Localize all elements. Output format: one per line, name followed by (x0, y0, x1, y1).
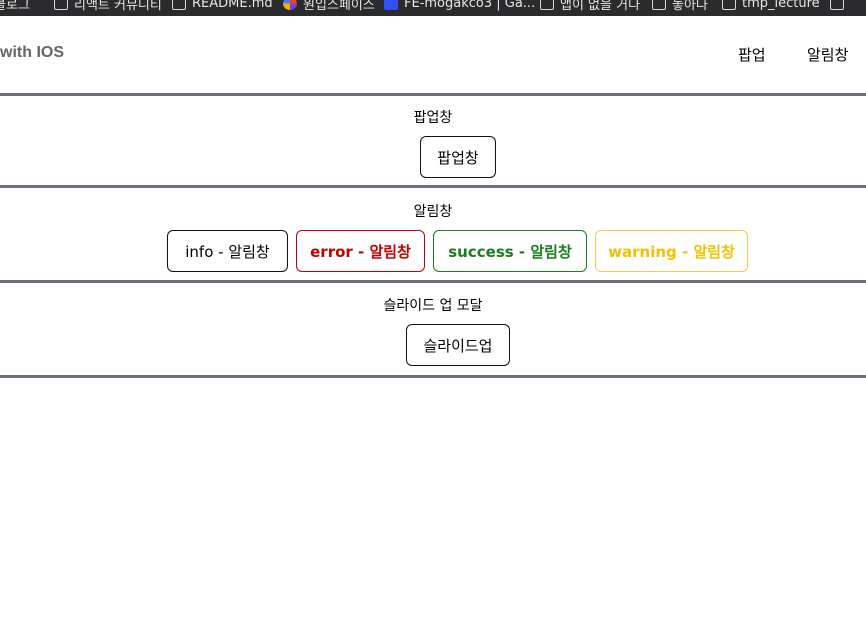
popup-button[interactable]: 팝업창 (420, 136, 496, 178)
folder-icon (722, 0, 736, 10)
section-divider (0, 375, 866, 378)
bookmark-label: 놓아다 (672, 0, 708, 13)
bookmark-item[interactable]: 앱이 없을 거다 (540, 0, 641, 13)
folder-icon (54, 0, 68, 10)
section-divider (0, 280, 866, 283)
bookmark-label: 앱이 없을 거다 (560, 0, 641, 13)
section-divider (0, 93, 866, 96)
info-alert-button[interactable]: info - 알림창 (167, 230, 288, 272)
folder-icon (830, 0, 844, 10)
bookmark-label: 리액트 커뮤니티 (74, 0, 162, 13)
brand-title: with IOS (0, 44, 64, 61)
success-alert-button[interactable]: success - 알림창 (433, 230, 587, 272)
bookmark-item[interactable]: 놓아다 (652, 0, 708, 13)
globe-icon (283, 0, 297, 10)
bookmark-item[interactable]: README.md (172, 0, 273, 12)
bookmark-bar: 블로그 리액트 커뮤니티 README.md 원입스페이스 FE-mogakco… (0, 0, 866, 16)
bookmark-item[interactable]: 블로그 (0, 0, 30, 13)
slideup-section-title: 슬라이드 업 모달 (383, 298, 483, 314)
bookmark-item[interactable]: 원입스페이스 (283, 0, 375, 13)
slideup-button[interactable]: 슬라이드업 (406, 324, 510, 366)
alert-section-title: 알림창 (413, 204, 453, 220)
nav-alert-link[interactable]: 알림창 (807, 44, 848, 65)
bookmark-label: FE-mogakco3 | Ga... (404, 0, 536, 11)
bookmark-item[interactable]: tmp_lecture (722, 0, 820, 12)
bookmark-label: 원입스페이스 (303, 0, 375, 13)
app-icon (384, 0, 398, 10)
bookmark-item[interactable]: 리액트 커뮤니티 (54, 0, 162, 13)
nav-popup-link[interactable]: 팝업 (738, 44, 766, 65)
warning-alert-button[interactable]: warning - 알림창 (595, 230, 748, 272)
bookmark-item[interactable] (830, 0, 850, 12)
folder-icon (652, 0, 666, 10)
bookmark-label: README.md (192, 0, 273, 11)
app-header: with IOS 팝업 알림창 (0, 16, 866, 93)
folder-icon (172, 0, 186, 10)
bookmark-item[interactable]: FE-mogakco3 | Ga... (384, 0, 535, 12)
folder-icon (540, 0, 554, 10)
popup-section-title: 팝업창 (413, 110, 453, 126)
bookmark-label: 블로그 (0, 0, 30, 13)
bookmark-label: tmp_lecture (742, 0, 820, 11)
section-divider (0, 185, 866, 188)
error-alert-button[interactable]: error - 알림창 (296, 230, 425, 272)
